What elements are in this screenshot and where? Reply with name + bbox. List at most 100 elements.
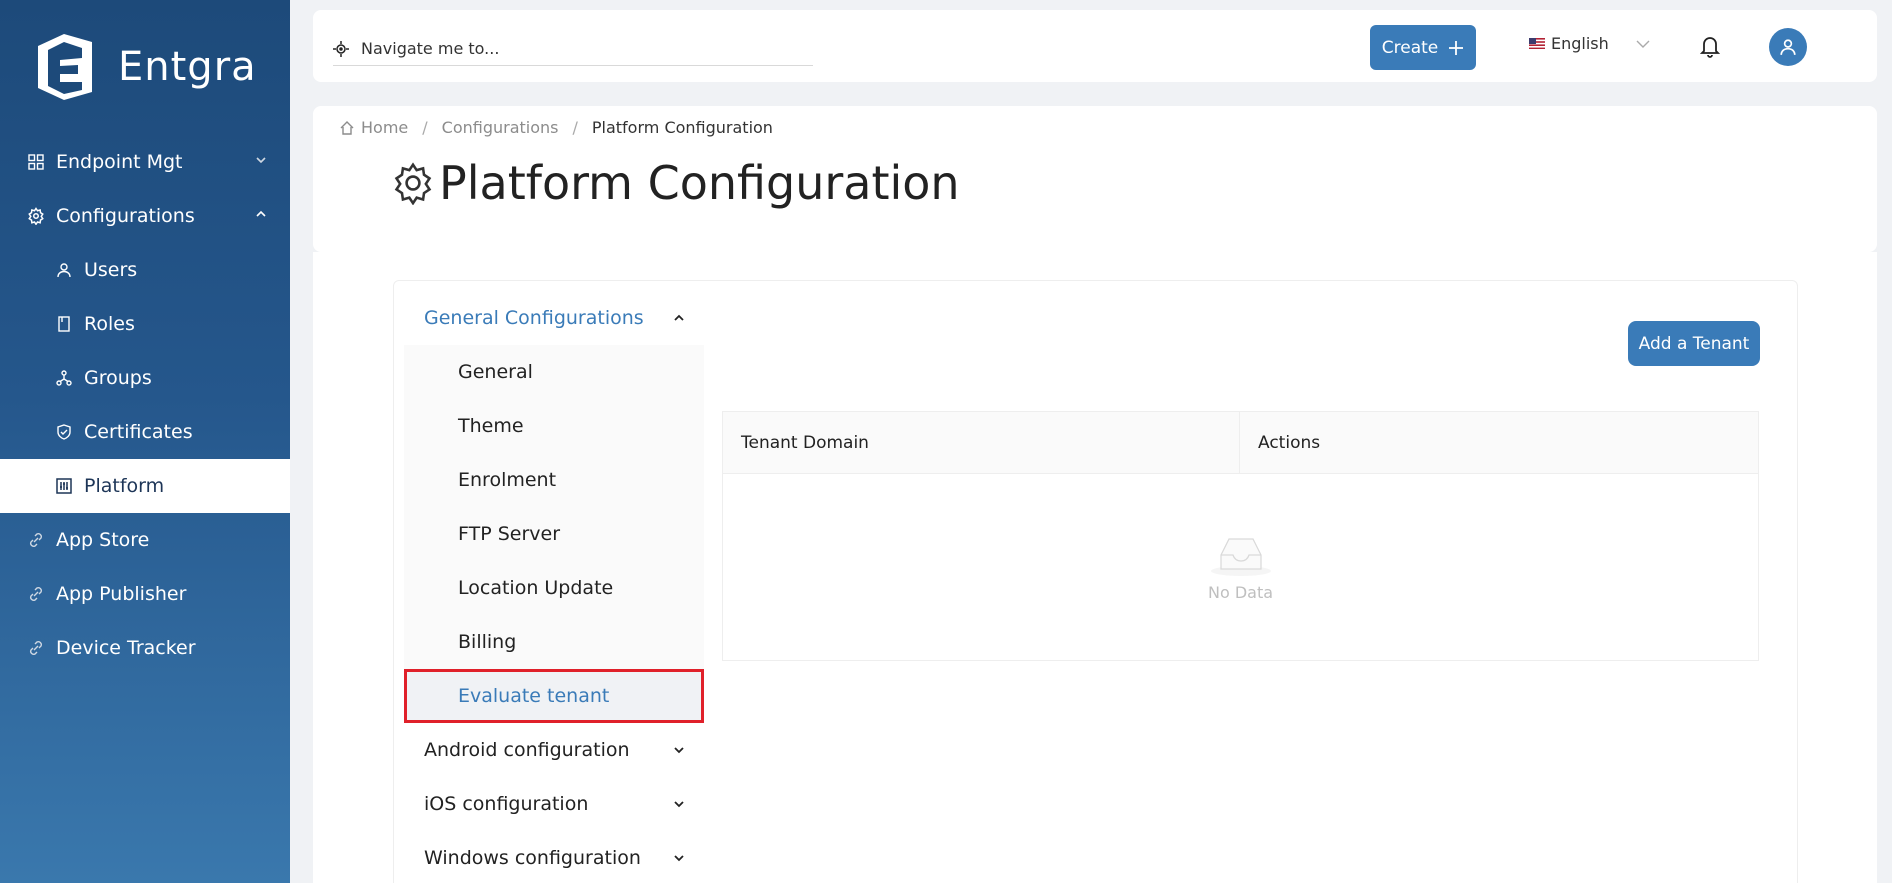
column-header-tenant-domain: Tenant Domain bbox=[723, 412, 1240, 473]
grid-icon bbox=[26, 152, 46, 172]
crosshair-icon bbox=[333, 40, 349, 57]
language-label: English bbox=[1551, 34, 1609, 53]
add-tenant-label: Add a Tenant bbox=[1638, 333, 1750, 354]
menu-group-label: Windows configuration bbox=[424, 847, 641, 869]
menu-item-ftp-server[interactable]: FTP Server bbox=[404, 507, 704, 561]
sidebar-item-label: App Store bbox=[56, 529, 150, 551]
sidebar-item-groups[interactable]: Groups bbox=[0, 351, 290, 405]
sidebar-item-users[interactable]: Users bbox=[0, 243, 290, 297]
menu-group-windows[interactable]: Windows configuration bbox=[404, 831, 704, 883]
brand-name: Entgra bbox=[118, 44, 257, 90]
menu-item-label: General bbox=[458, 361, 533, 383]
menu-item-general[interactable]: General bbox=[404, 345, 704, 399]
sidebar-item-app-publisher[interactable]: App Publisher bbox=[0, 567, 290, 621]
sidebar-item-device-tracker[interactable]: Device Tracker bbox=[0, 621, 290, 675]
gear-icon bbox=[26, 206, 46, 226]
column-header-actions: Actions bbox=[1258, 432, 1321, 453]
sidebar-item-certificates[interactable]: Certificates bbox=[0, 405, 290, 459]
us-flag-icon bbox=[1529, 38, 1545, 49]
sidebar-item-label: Endpoint Mgt bbox=[56, 151, 183, 173]
menu-group-ios[interactable]: iOS configuration bbox=[404, 777, 704, 831]
language-selector[interactable]: English bbox=[1529, 34, 1651, 53]
sidebar-item-platform[interactable]: Platform bbox=[0, 459, 290, 513]
menu-group-label: General Configurations bbox=[424, 307, 644, 329]
menu-item-theme[interactable]: Theme bbox=[404, 399, 704, 453]
chevron-up-icon bbox=[256, 210, 266, 217]
search-placeholder: Navigate me to... bbox=[361, 39, 500, 58]
create-button[interactable]: Create bbox=[1370, 25, 1476, 70]
menu-group-android[interactable]: Android configuration bbox=[404, 723, 704, 777]
main-content: General Configurations General Theme Enr… bbox=[313, 252, 1877, 883]
sidebar-item-endpoint-mgt[interactable]: Endpoint Mgt bbox=[0, 135, 290, 189]
nodes-icon bbox=[54, 368, 74, 388]
sidebar-item-app-store[interactable]: App Store bbox=[0, 513, 290, 567]
empty-state: No Data bbox=[723, 474, 1758, 660]
plus-icon bbox=[1449, 40, 1464, 55]
config-panel: General Configurations General Theme Enr… bbox=[393, 280, 1798, 883]
menu-item-label: Billing bbox=[458, 631, 517, 653]
breadcrumb-separator: / bbox=[422, 118, 428, 137]
tenants-table: Tenant Domain Actions No Data bbox=[722, 411, 1759, 661]
table-header: Tenant Domain Actions bbox=[723, 412, 1758, 474]
menu-item-label: Theme bbox=[458, 415, 524, 437]
sidebar-item-label: Configurations bbox=[56, 205, 195, 227]
bell-icon[interactable] bbox=[1700, 34, 1720, 58]
menu-item-enrolment[interactable]: Enrolment bbox=[404, 453, 704, 507]
chevron-down-icon bbox=[1636, 40, 1650, 48]
chevron-down-icon bbox=[674, 801, 684, 808]
menu-item-label: FTP Server bbox=[458, 523, 561, 545]
avatar[interactable] bbox=[1769, 28, 1807, 66]
empty-text: No Data bbox=[1207, 582, 1274, 602]
link-icon bbox=[26, 638, 46, 658]
user-icon bbox=[1780, 39, 1796, 55]
menu-item-label: Location Update bbox=[458, 577, 614, 599]
sidebar-item-label: Platform bbox=[84, 475, 165, 497]
sidebar-item-label: Groups bbox=[84, 367, 152, 389]
menu-item-label: Evaluate tenant bbox=[458, 685, 610, 707]
sidebar-item-roles[interactable]: Roles bbox=[0, 297, 290, 351]
link-icon bbox=[26, 584, 46, 604]
user-icon bbox=[54, 260, 74, 280]
chevron-down-icon bbox=[256, 157, 266, 164]
breadcrumb-home[interactable]: Home bbox=[361, 118, 408, 137]
breadcrumb-separator: / bbox=[572, 118, 578, 137]
chevron-down-icon bbox=[674, 855, 684, 862]
general-submenu: General Theme Enrolment FTP Server Locat… bbox=[404, 345, 704, 723]
chevron-down-icon bbox=[674, 747, 684, 754]
config-menu: General Configurations General Theme Enr… bbox=[404, 291, 704, 883]
link-icon bbox=[26, 530, 46, 550]
sliders-icon bbox=[54, 476, 74, 496]
entgra-logo[interactable]: Entgra bbox=[30, 32, 257, 102]
page-header: Home / Configurations / Platform Configu… bbox=[313, 106, 1877, 252]
sidebar-item-label: Device Tracker bbox=[56, 637, 196, 659]
home-icon bbox=[340, 120, 354, 135]
breadcrumb-configurations[interactable]: Configurations bbox=[442, 118, 559, 137]
sidebar-item-label: Roles bbox=[84, 313, 135, 335]
add-tenant-button[interactable]: Add a Tenant bbox=[1628, 321, 1760, 366]
sidebar-item-label: Certificates bbox=[84, 421, 193, 443]
breadcrumb-current: Platform Configuration bbox=[591, 118, 773, 137]
empty-inbox-icon bbox=[1210, 537, 1271, 576]
menu-group-label: iOS configuration bbox=[424, 793, 589, 815]
sidebar-item-configurations[interactable]: Configurations bbox=[0, 189, 290, 243]
menu-group-label: Android configuration bbox=[424, 739, 630, 761]
menu-item-evaluate-tenant[interactable]: Evaluate tenant bbox=[404, 669, 704, 723]
shield-icon bbox=[54, 422, 74, 442]
navigate-search-input[interactable]: Navigate me to... bbox=[333, 32, 813, 66]
menu-item-location-update[interactable]: Location Update bbox=[404, 561, 704, 615]
chevron-up-icon bbox=[674, 314, 684, 321]
menu-item-label: Enrolment bbox=[458, 469, 557, 491]
sidebar-item-label: Users bbox=[84, 259, 138, 281]
top-bar: Navigate me to... Create English bbox=[313, 10, 1877, 82]
sidebar: Entgra Endpoint Mgt Configurations Users… bbox=[0, 0, 290, 883]
book-icon bbox=[54, 314, 74, 334]
gear-icon bbox=[394, 162, 432, 205]
create-label: Create bbox=[1381, 37, 1439, 58]
page-title: Platform Configuration bbox=[391, 156, 960, 210]
breadcrumb: Home / Configurations / Platform Configu… bbox=[339, 118, 773, 137]
page-title-text: Platform Configuration bbox=[439, 156, 960, 210]
menu-item-billing[interactable]: Billing bbox=[404, 615, 704, 669]
menu-group-general-configurations[interactable]: General Configurations bbox=[404, 291, 704, 345]
sidebar-item-label: App Publisher bbox=[56, 583, 187, 605]
entgra-logo-icon bbox=[38, 34, 92, 100]
